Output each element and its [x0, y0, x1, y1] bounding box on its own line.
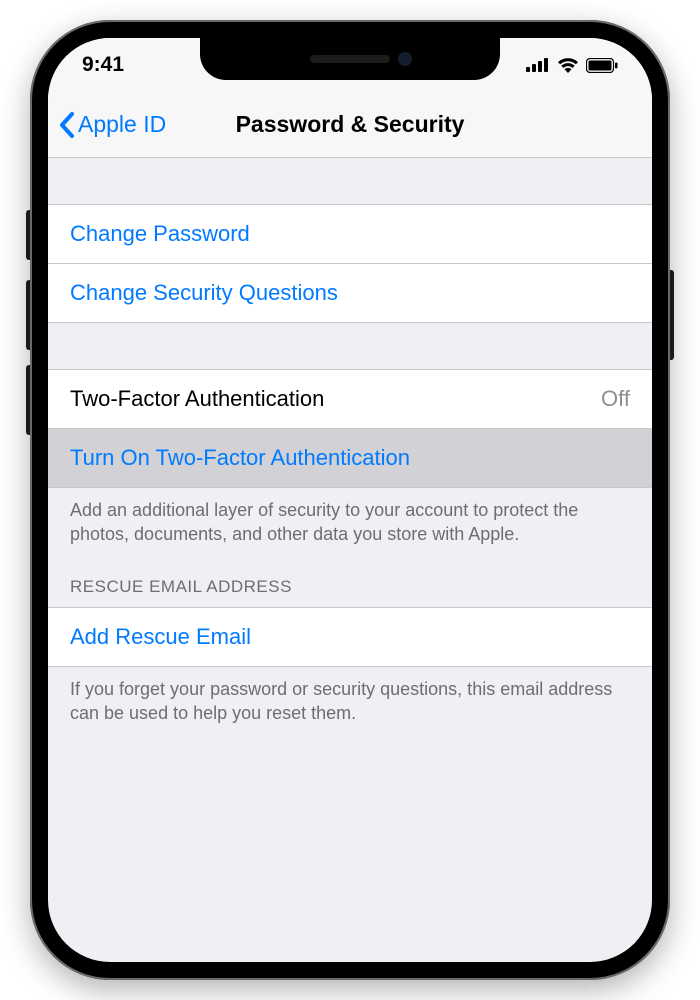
cellular-icon: [526, 58, 550, 72]
cell-label: Add Rescue Email: [70, 624, 251, 650]
battery-icon: [586, 58, 618, 73]
two-factor-footer: Add an additional layer of security to y…: [48, 488, 652, 547]
back-label: Apple ID: [78, 111, 166, 138]
chevron-left-icon: [58, 111, 76, 139]
status-time: 9:41: [82, 53, 124, 77]
rescue-email-footer: If you forget your password or security …: [48, 667, 652, 726]
cell-label: Change Security Questions: [70, 280, 338, 306]
turn-on-two-factor-cell[interactable]: Turn On Two-Factor Authentication: [48, 428, 652, 488]
cell-label: Change Password: [70, 221, 250, 247]
navigation-bar: Apple ID Password & Security: [48, 92, 652, 158]
cell-label: Turn On Two-Factor Authentication: [70, 445, 410, 471]
back-button[interactable]: Apple ID: [58, 111, 166, 139]
content: Change Password Change Security Question…: [48, 158, 652, 725]
change-password-cell[interactable]: Change Password: [48, 204, 652, 263]
add-rescue-email-cell[interactable]: Add Rescue Email: [48, 607, 652, 667]
cell-label: Two-Factor Authentication: [70, 386, 324, 412]
device-frame: 9:41: [30, 20, 670, 980]
two-factor-auth-cell: Two-Factor Authentication Off: [48, 369, 652, 428]
notch: [200, 38, 500, 80]
wifi-icon: [557, 57, 579, 73]
screen: 9:41: [48, 38, 652, 962]
change-security-questions-cell[interactable]: Change Security Questions: [48, 263, 652, 323]
rescue-email-header: RESCUE EMAIL ADDRESS: [48, 547, 652, 607]
cell-value: Off: [601, 386, 630, 412]
page-title: Password & Security: [236, 111, 465, 138]
